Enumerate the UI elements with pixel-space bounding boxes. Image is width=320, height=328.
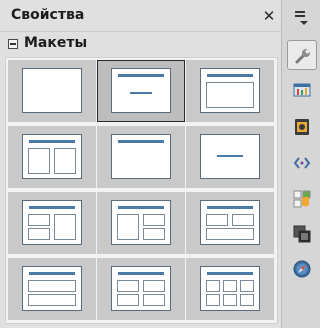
layout-title-four-content[interactable] bbox=[97, 258, 185, 320]
layout-blank-slide[interactable] bbox=[8, 60, 96, 122]
layout-thumbnail bbox=[111, 200, 171, 245]
animation-icon bbox=[295, 119, 309, 135]
properties-panel: Свойства ✕ Макеты bbox=[0, 0, 282, 328]
layout-title-content-over-content[interactable] bbox=[8, 258, 96, 320]
properties-tab-button[interactable] bbox=[287, 40, 317, 70]
master-slides-icon bbox=[293, 157, 311, 169]
layouts-section-header[interactable]: Макеты bbox=[0, 33, 282, 57]
title-divider bbox=[0, 31, 282, 32]
styles-tab-button[interactable] bbox=[287, 184, 317, 214]
panel-title-bar: Свойства ✕ bbox=[0, 0, 282, 32]
layout-thumbnail bbox=[22, 266, 82, 311]
slide-transition-icon bbox=[293, 83, 311, 97]
slide-transition-tab-button[interactable] bbox=[287, 75, 317, 105]
styles-icon bbox=[293, 190, 311, 208]
layout-thumbnail bbox=[111, 134, 171, 179]
layout-thumbnail bbox=[22, 68, 82, 113]
layout-thumbnail bbox=[111, 68, 171, 113]
layouts-grid bbox=[5, 57, 278, 324]
gallery-tab-button[interactable] bbox=[287, 219, 317, 249]
layout-centered-text[interactable] bbox=[186, 126, 274, 188]
layouts-section-title: Макеты bbox=[24, 35, 88, 51]
layout-title-two-content[interactable] bbox=[8, 126, 96, 188]
sidebar-tab-bar bbox=[283, 0, 320, 328]
animation-tab-button[interactable] bbox=[287, 112, 317, 142]
layout-title-only[interactable] bbox=[97, 126, 185, 188]
layout-title-content-and-two-content[interactable] bbox=[97, 192, 185, 254]
collapse-icon[interactable] bbox=[8, 39, 18, 49]
layout-thumbnail bbox=[200, 68, 260, 113]
wrench-icon bbox=[295, 49, 310, 64]
layout-thumbnail bbox=[111, 266, 171, 311]
layout-thumbnail bbox=[200, 134, 260, 179]
layout-title-two-content-over-content[interactable] bbox=[186, 192, 274, 254]
layout-title-slide[interactable] bbox=[97, 60, 185, 122]
layout-title-two-content-and-content[interactable] bbox=[8, 192, 96, 254]
navigator-icon bbox=[293, 260, 311, 278]
layout-title-content[interactable] bbox=[186, 60, 274, 122]
sidebar-menu-icon[interactable] bbox=[292, 8, 312, 28]
layout-thumbnail bbox=[200, 266, 260, 311]
layout-thumbnail bbox=[22, 200, 82, 245]
gallery-icon bbox=[293, 225, 311, 243]
layout-thumbnail bbox=[22, 134, 82, 179]
master-slides-tab-button[interactable] bbox=[287, 148, 317, 178]
layout-title-six-content[interactable] bbox=[186, 258, 274, 320]
close-icon[interactable]: ✕ bbox=[262, 7, 276, 25]
panel-title: Свойства bbox=[11, 7, 85, 23]
layout-thumbnail bbox=[200, 200, 260, 245]
navigator-tab-button[interactable] bbox=[287, 254, 317, 284]
